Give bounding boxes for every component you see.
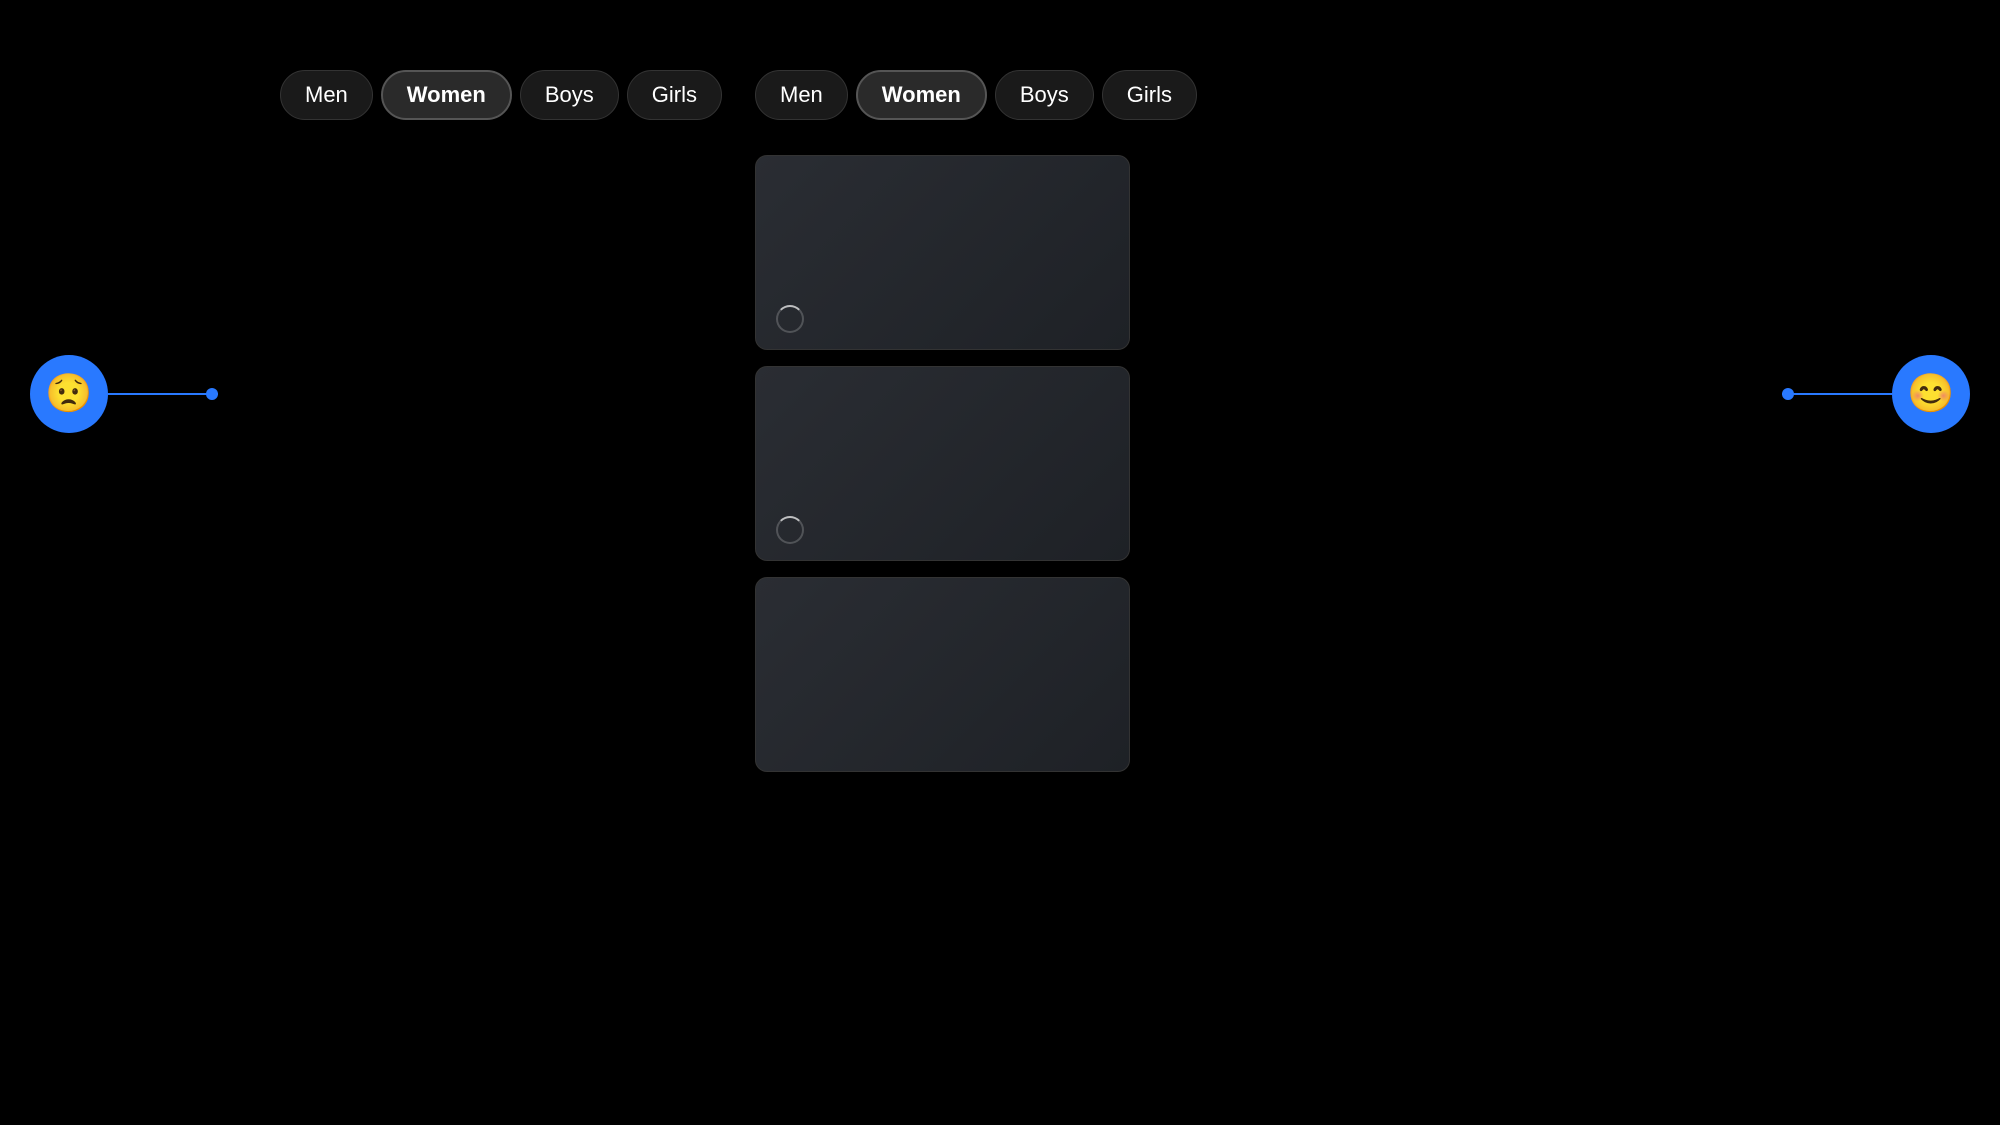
- nav-arrow-right: 😊: [1782, 355, 1970, 433]
- prev-button[interactable]: 😟: [30, 355, 108, 433]
- tab-men-left[interactable]: Men: [280, 70, 373, 120]
- tab-boys-left[interactable]: Boys: [520, 70, 619, 120]
- connector-line-left: [108, 393, 218, 395]
- card-2: [755, 366, 1130, 561]
- tab-women-left[interactable]: Women: [381, 70, 512, 120]
- loading-spinner-2: [776, 516, 800, 540]
- connector-line-right: [1782, 393, 1892, 395]
- tab-group-right: Men Women Boys Girls: [755, 70, 1197, 120]
- nav-arrow-left: 😟: [30, 355, 218, 433]
- tab-group-left: Men Women Boys Girls: [280, 70, 722, 120]
- next-button[interactable]: 😊: [1892, 355, 1970, 433]
- tab-men-right[interactable]: Men: [755, 70, 848, 120]
- card-1: [755, 155, 1130, 350]
- tab-girls-left[interactable]: Girls: [627, 70, 722, 120]
- tab-women-right[interactable]: Women: [856, 70, 987, 120]
- loading-spinner-1: [776, 305, 800, 329]
- cards-container: [755, 155, 1130, 772]
- tab-boys-right[interactable]: Boys: [995, 70, 1094, 120]
- card-3: [755, 577, 1130, 772]
- tab-girls-right[interactable]: Girls: [1102, 70, 1197, 120]
